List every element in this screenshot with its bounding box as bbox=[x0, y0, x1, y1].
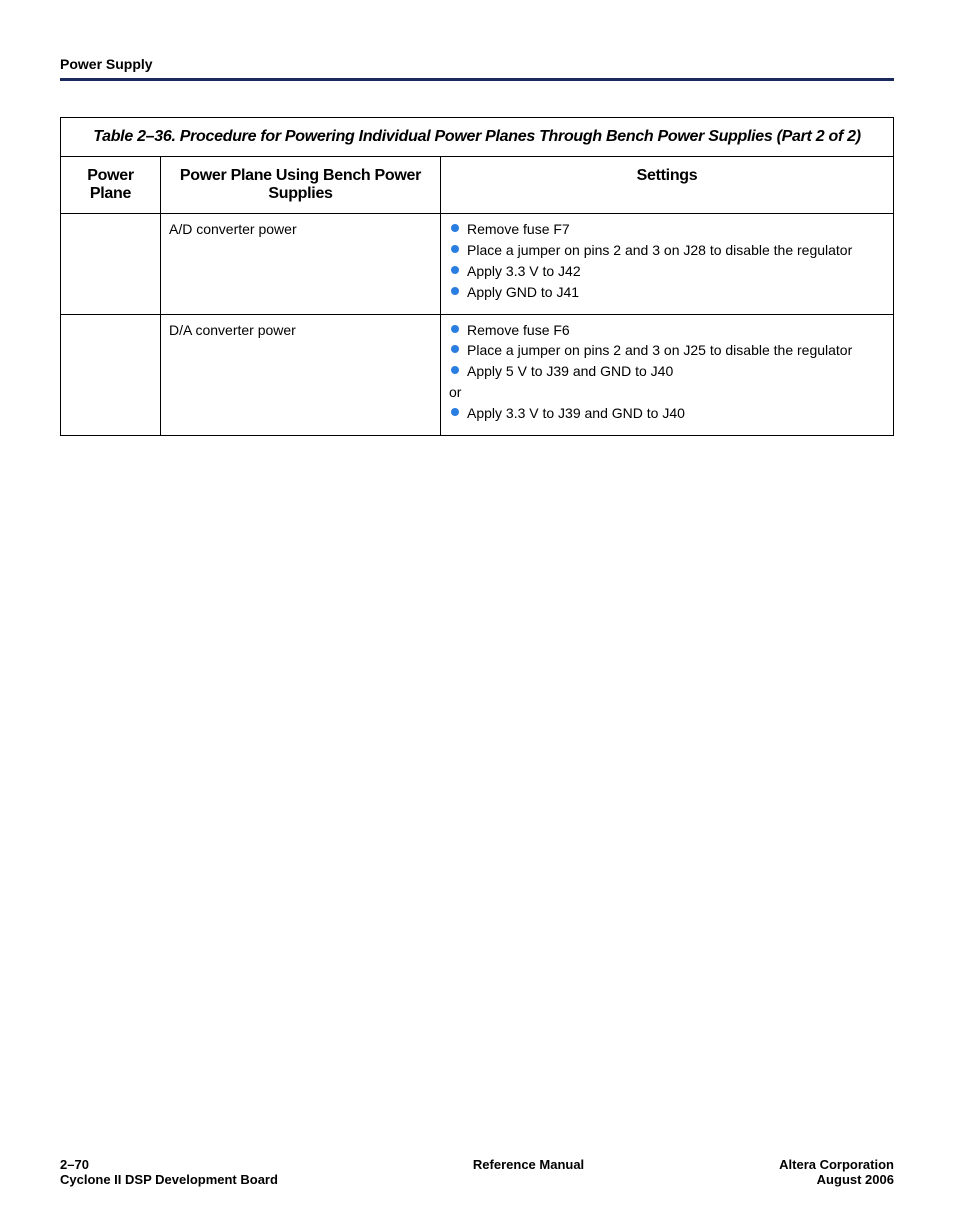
col-header-settings: Settings bbox=[441, 157, 894, 214]
settings-list: Remove fuse F7 Place a jumper on pins 2 … bbox=[449, 220, 885, 302]
bullet-icon bbox=[451, 287, 459, 295]
footer-board-name: Cyclone II DSP Development Board bbox=[60, 1172, 278, 1187]
footer-right: Altera Corporation August 2006 bbox=[779, 1157, 894, 1187]
list-item: Apply 5 V to J39 and GND to J40 bbox=[449, 362, 885, 381]
bullet-icon bbox=[451, 245, 459, 253]
list-item-text: Apply 3.3 V to J42 bbox=[467, 263, 581, 279]
footer-left: 2–70 Cyclone II DSP Development Board bbox=[60, 1157, 278, 1187]
footer-page-number: 2–70 bbox=[60, 1157, 278, 1172]
list-item: Place a jumper on pins 2 and 3 on J28 to… bbox=[449, 241, 885, 260]
bullet-icon bbox=[451, 224, 459, 232]
list-item: Remove fuse F6 bbox=[449, 321, 885, 340]
cell-plane bbox=[61, 214, 161, 315]
col-header-plane: Power Plane bbox=[61, 157, 161, 214]
cell-settings: Remove fuse F6 Place a jumper on pins 2 … bbox=[441, 314, 894, 435]
bullet-icon bbox=[451, 345, 459, 353]
section-header: Power Supply bbox=[60, 56, 894, 72]
header-rule bbox=[60, 78, 894, 81]
cell-plane bbox=[61, 314, 161, 435]
bullet-icon bbox=[451, 366, 459, 374]
list-item: Apply 3.3 V to J42 bbox=[449, 262, 885, 281]
settings-list-alt: Apply 3.3 V to J39 and GND to J40 bbox=[449, 404, 885, 423]
list-item: Apply GND to J41 bbox=[449, 283, 885, 302]
list-item-text: Remove fuse F7 bbox=[467, 221, 570, 237]
footer-date: August 2006 bbox=[779, 1172, 894, 1187]
list-item-text: Place a jumper on pins 2 and 3 on J28 to… bbox=[467, 242, 852, 258]
list-item-text: Apply 3.3 V to J39 and GND to J40 bbox=[467, 405, 685, 421]
list-item-text: Remove fuse F6 bbox=[467, 322, 570, 338]
footer-corporation: Altera Corporation bbox=[779, 1157, 894, 1172]
page-footer: 2–70 Cyclone II DSP Development Board Re… bbox=[60, 1157, 894, 1187]
list-item-text: Apply GND to J41 bbox=[467, 284, 579, 300]
cell-supplies: A/D converter power bbox=[161, 214, 441, 315]
bullet-icon bbox=[451, 266, 459, 274]
bullet-icon bbox=[451, 325, 459, 333]
procedure-table: Table 2–36. Procedure for Powering Indiv… bbox=[60, 117, 894, 436]
settings-list: Remove fuse F6 Place a jumper on pins 2 … bbox=[449, 321, 885, 382]
col-header-supplies: Power Plane Using Bench Power Supplies bbox=[161, 157, 441, 214]
table-caption: Table 2–36. Procedure for Powering Indiv… bbox=[61, 118, 894, 157]
cell-settings: Remove fuse F7 Place a jumper on pins 2 … bbox=[441, 214, 894, 315]
list-item-text: Place a jumper on pins 2 and 3 on J25 to… bbox=[467, 342, 852, 358]
or-separator: or bbox=[449, 383, 885, 402]
table-row: A/D converter power Remove fuse F7 Place… bbox=[61, 214, 894, 315]
cell-supplies: D/A converter power bbox=[161, 314, 441, 435]
bullet-icon bbox=[451, 408, 459, 416]
list-item: Apply 3.3 V to J39 and GND to J40 bbox=[449, 404, 885, 423]
list-item: Place a jumper on pins 2 and 3 on J25 to… bbox=[449, 341, 885, 360]
footer-center: Reference Manual bbox=[473, 1157, 584, 1187]
table-row: D/A converter power Remove fuse F6 Place… bbox=[61, 314, 894, 435]
list-item-text: Apply 5 V to J39 and GND to J40 bbox=[467, 363, 673, 379]
list-item: Remove fuse F7 bbox=[449, 220, 885, 239]
